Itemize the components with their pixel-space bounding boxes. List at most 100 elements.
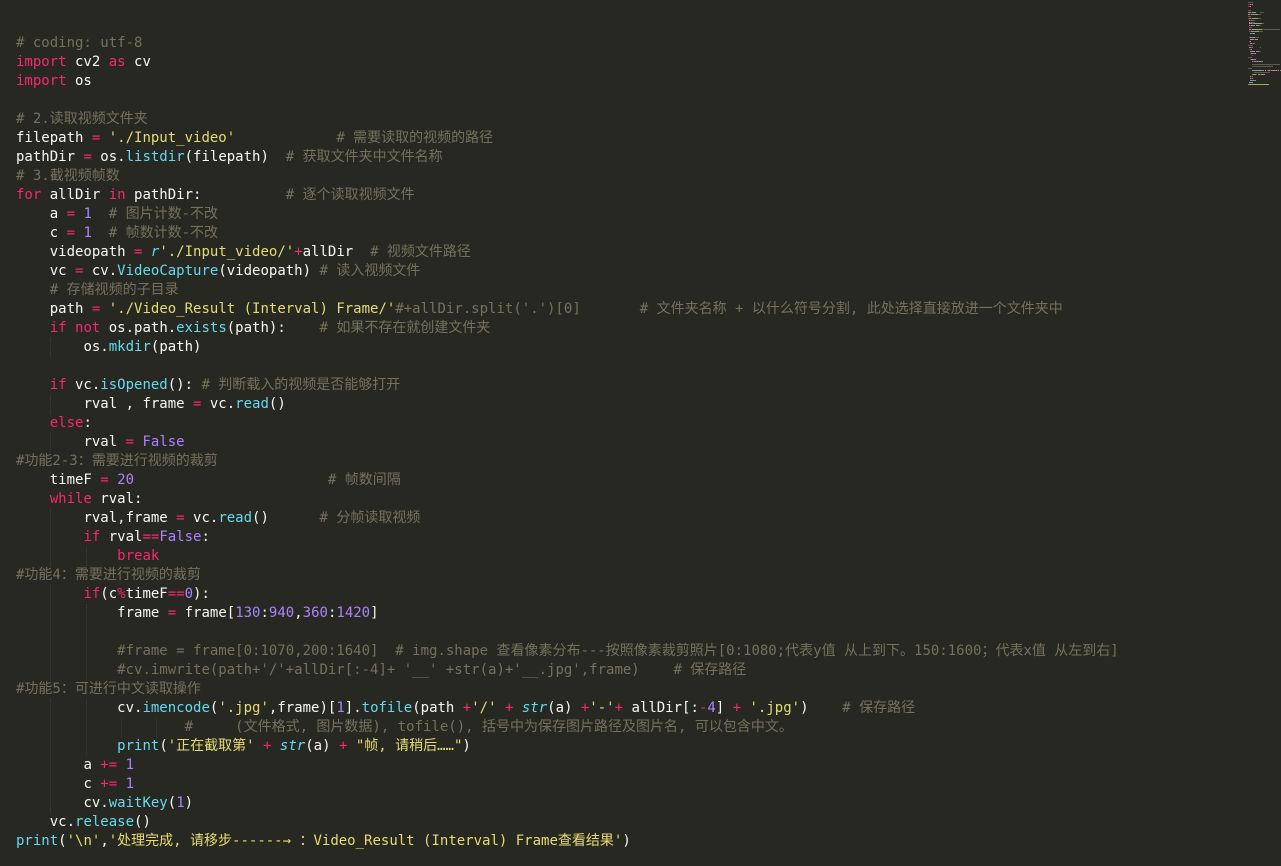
code-line[interactable]: c = 1 # 帧数计数-不改 (16, 224, 218, 243)
code-token: allDir (302, 244, 371, 260)
minimap-stroke (1253, 42, 1255, 44)
code-token: os.path. (100, 320, 177, 336)
code-token: = (100, 472, 109, 488)
code-token: listdir (125, 149, 185, 165)
code-line[interactable]: cv.waitKey(1) (16, 794, 193, 813)
code-line[interactable]: import cv2 as cv (16, 53, 151, 72)
code-line[interactable]: print('\n','处理完成, 请移步------→ ：Video_Resu… (16, 832, 631, 851)
code-line[interactable]: # 3.截视频帧数 (16, 167, 120, 186)
minimap-stroke (1267, 83, 1269, 85)
code-line[interactable]: #frame = frame[0:1070,200:1640] # img.sh… (16, 642, 1119, 661)
code-token: : (83, 415, 92, 431)
code-line[interactable]: break (16, 547, 159, 566)
code-line[interactable]: # coding: utf-8 (16, 34, 142, 53)
code-line[interactable]: vc.release() (16, 813, 151, 832)
code-token: + (462, 700, 472, 716)
code-line[interactable]: #功能2-3：需要进行视频的裁剪 (16, 452, 218, 471)
minimap-stroke (1248, 15, 1251, 17)
minimap-stroke (1259, 25, 1262, 27)
code-token: if (83, 586, 101, 602)
code-line[interactable]: rval , frame = vc.read() (16, 395, 285, 414)
minimap-stroke (1251, 29, 1263, 31)
code-line[interactable]: rval = False (16, 433, 184, 452)
code-token: vc. (184, 510, 219, 526)
code-line[interactable]: # (文件格式, 图片数据), tofile(), 括号中为保存图片路径及图片名… (16, 718, 793, 737)
code-token: rval: (91, 491, 143, 507)
code-token: 0 (184, 586, 194, 602)
code-token: # 存储视频的子目录 (49, 282, 179, 298)
code-token: 1420 (336, 605, 371, 621)
code-line[interactable]: # 2.读取视频文件夹 (16, 110, 148, 129)
code-token: vc. (49, 814, 76, 830)
code-line[interactable]: path = './Video_Result (Interval) Frame/… (16, 300, 1063, 319)
minimap-stroke (1254, 37, 1260, 39)
code-token: = (176, 510, 185, 526)
code-line[interactable]: else: (16, 414, 92, 433)
code-token: else (49, 415, 84, 431)
minimap-stroke (1254, 52, 1256, 54)
code-token: pathDir (16, 149, 84, 165)
code-line[interactable]: #功能5：可进行中文读取操作 (16, 680, 201, 699)
code-line[interactable]: # 存储视频的子目录 (16, 281, 179, 300)
code-token: # 分帧读取视频 (319, 510, 421, 526)
minimap-stroke (1248, 56, 1253, 58)
code-editor[interactable]: # coding: utf-8 import cv2 as cv import os… (0, 0, 1244, 866)
code-token: '.jpg' (218, 700, 269, 716)
code-line[interactable]: import os (16, 72, 92, 91)
code-token: rval (83, 434, 126, 450)
code-line[interactable]: print('正在截取第' + str(a) + "帧, 请稍后……") (16, 737, 471, 756)
code-line[interactable]: if not os.path.exists(path): # 如果不存在就创建文… (16, 319, 491, 338)
code-token: cv2 (66, 54, 109, 70)
code-token: vc. (66, 377, 101, 393)
code-token: 1 (176, 795, 185, 811)
code-line[interactable]: if vc.isOpened(): # 判断载入的视频是否能够打开 (16, 376, 401, 395)
code-line[interactable]: filepath = './Input_video' # 需要读取的视频的路径 (16, 129, 493, 148)
minimap-stroke (1261, 23, 1265, 25)
code-token: os. (91, 149, 126, 165)
code-line[interactable]: vc = cv.VideoCapture(videopath) # 读入视频文件 (16, 262, 421, 281)
code-token: allDir (41, 187, 109, 203)
code-line[interactable]: if(c%timeF==0): (16, 585, 209, 604)
code-line[interactable]: frame = frame[130:940,360:1420] (16, 604, 378, 623)
minimap-stroke (1252, 19, 1255, 21)
code-token: break (117, 548, 160, 564)
code-token: cv. (117, 700, 143, 716)
code-token: ,frame)[ (268, 700, 337, 716)
code-line[interactable]: c += 1 (16, 775, 134, 794)
code-line[interactable]: videopath = r'./Input_video/'+allDir # 视… (16, 243, 471, 262)
code-line[interactable]: if rval==False: (16, 528, 209, 547)
code-line[interactable]: #cv.imwrite(path+'/'+allDir[:-4]+ '__' +… (16, 661, 746, 680)
code-line[interactable]: rval,frame = vc.read() # 分帧读取视频 (16, 509, 420, 528)
code-token: not (75, 320, 101, 336)
code-token: 1 (83, 225, 92, 241)
code-line[interactable]: timeF = 20 # 帧数间隔 (16, 471, 401, 490)
code-token: rval (100, 529, 143, 545)
code-token: frame[ (176, 605, 236, 621)
code-line[interactable]: while rval: (16, 490, 143, 509)
minimap-stroke (1259, 31, 1263, 33)
minimap[interactable] (1244, 0, 1281, 866)
code-line[interactable]: cv.imencode('.jpg',frame)[1].tofile(path… (16, 699, 915, 718)
minimap-stroke (1252, 81, 1253, 83)
code-line[interactable]: #功能4：需要进行视频的裁剪 (16, 566, 201, 585)
code-line[interactable]: for allDir in pathDir: # 逐个读取视频文件 (16, 186, 415, 205)
code-line[interactable]: pathDir = os.listdir(filepath) # 获取文件夹中文… (16, 148, 443, 167)
minimap-stroke (1248, 68, 1253, 70)
minimap-stroke (1252, 33, 1255, 35)
code-token: (a) (305, 738, 339, 754)
code-line[interactable]: os.mkdir(path) (16, 338, 201, 357)
code-token: '.jpg' (749, 700, 801, 716)
code-line[interactable]: a += 1 (16, 756, 134, 775)
code-line[interactable]: a = 1 # 图片计数-不改 (16, 205, 218, 224)
code-token: filepath (16, 130, 92, 146)
